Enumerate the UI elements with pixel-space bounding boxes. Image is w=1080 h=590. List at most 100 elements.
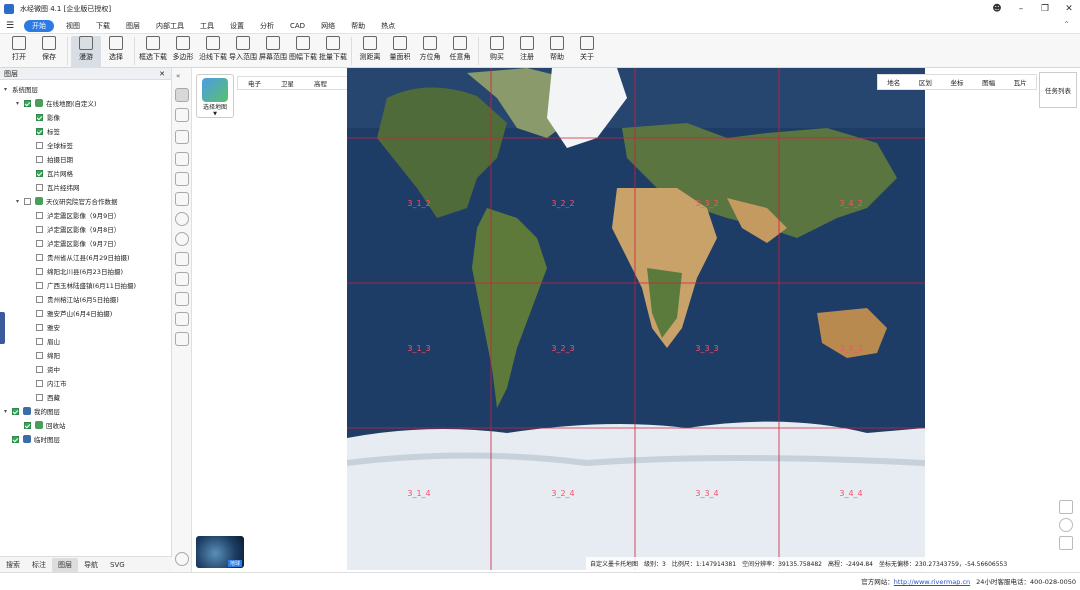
basemap-switcher[interactable]: 选择地图 ▼: [196, 74, 234, 118]
layer-checkbox[interactable]: [36, 113, 43, 121]
layer-checkbox[interactable]: [12, 407, 19, 415]
basemap-tab-0[interactable]: 电子: [248, 78, 261, 88]
layer-checkbox[interactable]: [36, 295, 43, 303]
layer-checkbox[interactable]: [36, 225, 43, 233]
layer-checkbox[interactable]: [24, 99, 31, 107]
menu-item-10[interactable]: 帮助: [343, 18, 373, 34]
tree-node[interactable]: 绵阳北川县(6月23日拍摄): [0, 264, 172, 278]
sector-tool-icon[interactable]: [175, 232, 189, 246]
panel-tab-2[interactable]: 图层: [52, 557, 78, 572]
tree-node[interactable]: 泸定震区影像（9月8日）: [0, 222, 172, 236]
locate-icon[interactable]: [1059, 518, 1073, 532]
toolbar-button-14[interactable]: 任意角: [445, 36, 475, 68]
toolbar-button-6[interactable]: 沿线下载: [198, 36, 228, 68]
toolbar-button-3[interactable]: 选择: [101, 36, 131, 68]
map-canvas[interactable]: 选择地图 ▼ 电子卫星高程地形 3: [193, 68, 1080, 570]
tree-node[interactable]: 雅安: [0, 320, 172, 334]
tree-node[interactable]: 雅安芦山(6月4日拍摄): [0, 306, 172, 320]
circle-tool-icon[interactable]: [175, 212, 189, 226]
rect-tool-icon[interactable]: [175, 192, 189, 206]
menu-item-5[interactable]: 工具: [192, 18, 222, 34]
minimize-button[interactable]: –: [1014, 2, 1028, 16]
tree-node[interactable]: 瓦片经纬网: [0, 180, 172, 194]
collapse-strip-icon[interactable]: «: [176, 72, 180, 80]
panel-tab-3[interactable]: 导航: [78, 558, 104, 572]
tree-node[interactable]: 回收站: [0, 418, 172, 432]
layer-checkbox[interactable]: [36, 337, 43, 345]
tree-node[interactable]: 影像: [0, 110, 172, 124]
azimuth-tool-icon[interactable]: [175, 312, 189, 326]
layer-checkbox[interactable]: [36, 253, 43, 261]
overlay-tab-2[interactable]: 坐标: [950, 77, 963, 87]
menu-item-8[interactable]: CAD: [282, 18, 313, 34]
layer-checkbox[interactable]: [12, 435, 19, 443]
layer-checkbox[interactable]: [36, 141, 43, 149]
tree-node[interactable]: 贵州榕江站(6月5日拍摄): [0, 292, 172, 306]
menu-item-1[interactable]: 视图: [58, 18, 88, 34]
panel-grip[interactable]: [0, 312, 5, 344]
hand-tool-icon[interactable]: [175, 88, 189, 102]
expand-arrow-icon[interactable]: ▾: [16, 198, 24, 205]
menu-item-7[interactable]: 分析: [252, 18, 282, 34]
toolbar-button-15[interactable]: 购买: [482, 36, 512, 68]
toolbar-button-1[interactable]: 保存: [34, 36, 64, 68]
polygon-tool-icon[interactable]: [175, 130, 189, 144]
menu-item-3[interactable]: 图层: [118, 18, 148, 34]
polyline-tool-icon[interactable]: [175, 152, 189, 166]
toolbar-button-2[interactable]: 漫游: [71, 36, 101, 68]
tree-node[interactable]: ▾ 天仪研究院官方合作数据: [0, 194, 172, 208]
tree-node[interactable]: 泸定震区影像（9月9日）: [0, 208, 172, 222]
overlay-tab-3[interactable]: 图幅: [982, 77, 995, 87]
area-measure-tool-icon[interactable]: [175, 292, 189, 306]
restore-button[interactable]: ❐: [1038, 2, 1052, 16]
overlay-tab-0[interactable]: 地名: [887, 77, 900, 87]
toolbar-button-8[interactable]: 屏幕范围: [258, 36, 288, 68]
toolbar-button-17[interactable]: 帮助: [542, 36, 572, 68]
tree-node[interactable]: 西藏: [0, 390, 172, 404]
layer-checkbox[interactable]: [24, 421, 31, 429]
basemap-tab-1[interactable]: 卫星: [281, 78, 294, 88]
layer-checkbox[interactable]: [36, 393, 43, 401]
toolbar-button-4[interactable]: 框选下载: [138, 36, 168, 68]
tree-node[interactable]: 标签: [0, 124, 172, 138]
user-icon[interactable]: ☻: [990, 2, 1004, 16]
menu-item-4[interactable]: 内部工具: [148, 18, 192, 34]
layer-checkbox[interactable]: [36, 323, 43, 331]
expand-arrow-icon[interactable]: ▾: [4, 408, 12, 415]
toolbar-button-7[interactable]: 导入范围: [228, 36, 258, 68]
toolbar-button-9[interactable]: 图幅下载: [288, 36, 318, 68]
menu-item-6[interactable]: 设置: [222, 18, 252, 34]
layer-checkbox[interactable]: [36, 267, 43, 275]
tree-node[interactable]: 泸定震区影像（9月7日）: [0, 236, 172, 250]
angle-tool-icon[interactable]: [175, 332, 189, 346]
toolbar-button-18[interactable]: 关于: [572, 36, 602, 68]
close-panel-icon[interactable]: ✕: [159, 70, 165, 78]
tree-node[interactable]: 资中: [0, 362, 172, 376]
overlay-tab-1[interactable]: 区划: [919, 77, 932, 87]
overlay-tab-4[interactable]: 瓦片: [1014, 77, 1027, 87]
expand-arrow-icon[interactable]: ▾: [16, 100, 24, 107]
layer-checkbox[interactable]: [36, 239, 43, 247]
menu-item-11[interactable]: 热点: [373, 18, 403, 34]
layer-checkbox[interactable]: [36, 379, 43, 387]
layer-checkbox[interactable]: [36, 155, 43, 163]
fullscreen-icon[interactable]: [1059, 500, 1073, 514]
close-button[interactable]: ✕: [1062, 2, 1076, 16]
basemap-tab-2[interactable]: 高程: [314, 78, 327, 88]
tree-node[interactable]: ▾ 在线地图(自定义): [0, 96, 172, 110]
tree-node[interactable]: ▾ 我的图层: [0, 404, 172, 418]
satellite-map[interactable]: 3_1_2 3_2_2 3_3_2 3_4_2 3_1_3 3_2_3 3_3_3 3_4_3…: [347, 68, 925, 570]
tree-node[interactable]: 贵州省从江县(6月29日拍摄): [0, 250, 172, 264]
collapse-ribbon-icon[interactable]: ⌃: [1063, 20, 1070, 29]
tree-node[interactable]: 拍摄日期: [0, 152, 172, 166]
tree-node[interactable]: 广西玉林陆盛镇(6月11日拍摄): [0, 278, 172, 292]
layer-checkbox[interactable]: [24, 197, 31, 205]
toolbar-button-10[interactable]: 批量下载: [318, 36, 348, 68]
tree-node[interactable]: ▾ 系统图层: [0, 82, 172, 96]
measure-tool-icon[interactable]: [175, 272, 189, 286]
website-link[interactable]: http://www.rivermap.cn: [894, 578, 970, 586]
task-list-button[interactable]: 任务列表: [1039, 72, 1077, 108]
panel-tab-4[interactable]: SVG: [104, 558, 131, 572]
layer-checkbox[interactable]: [36, 351, 43, 359]
tree-node[interactable]: 临时图层: [0, 432, 172, 446]
